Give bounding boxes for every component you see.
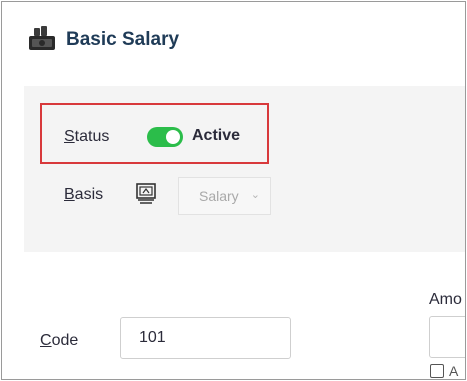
header: Basic Salary bbox=[2, 2, 465, 86]
amount-checkbox-label: A bbox=[449, 363, 459, 379]
salary-document-icon bbox=[135, 182, 157, 206]
basis-selected-value: Salary bbox=[199, 188, 239, 204]
status-value: Active bbox=[192, 127, 241, 144]
code-input[interactable] bbox=[120, 317, 291, 359]
status-toggle[interactable] bbox=[147, 127, 183, 147]
basis-dropdown[interactable]: Salary ⌄ bbox=[178, 177, 271, 215]
amount-checkbox[interactable] bbox=[430, 364, 444, 378]
money-stack-icon bbox=[28, 26, 56, 52]
chevron-down-icon: ⌄ bbox=[250, 189, 260, 201]
amount-label: Amo bbox=[429, 291, 462, 308]
basis-label: Basis bbox=[64, 186, 104, 203]
toggle-knob bbox=[166, 130, 180, 144]
code-label: Code bbox=[40, 332, 79, 349]
page-title: Basic Salary bbox=[66, 29, 180, 50]
amount-input[interactable] bbox=[429, 316, 465, 358]
window-frame: Basic Salary Status Active Basis Salary … bbox=[1, 1, 466, 380]
status-label: Status bbox=[64, 128, 110, 145]
